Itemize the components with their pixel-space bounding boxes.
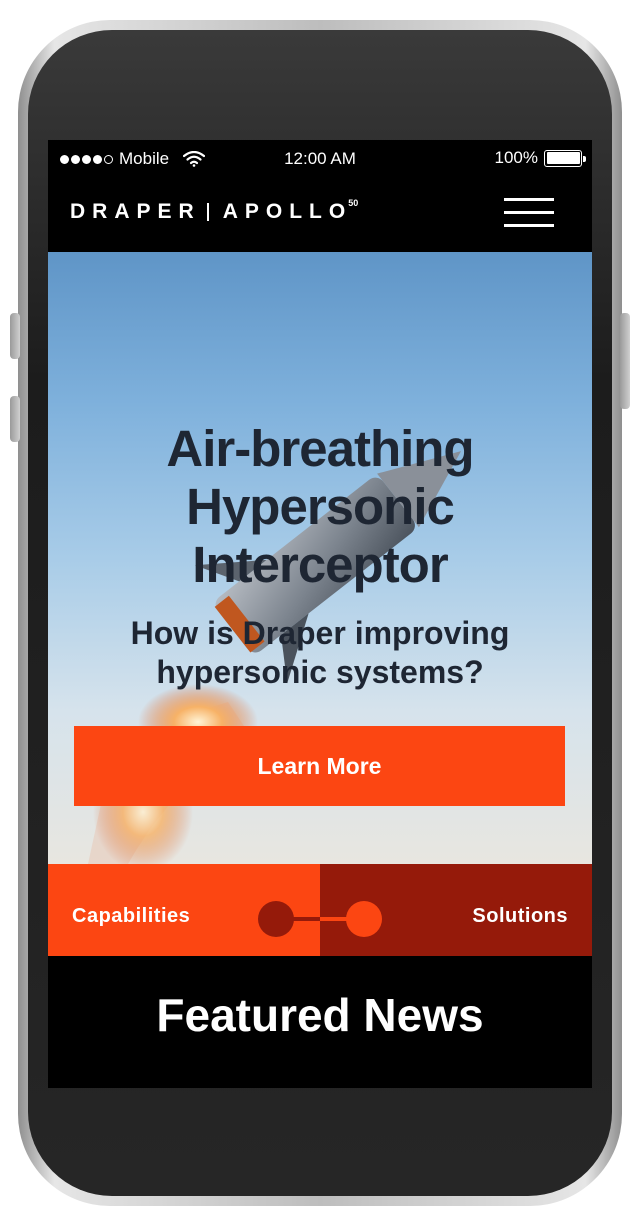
- featured-news-section: Featured News: [48, 956, 592, 1088]
- hero-title-line: Hypersonic: [186, 478, 455, 535]
- hero-title-line: Interceptor: [192, 536, 448, 593]
- hamburger-menu-icon[interactable]: [504, 198, 554, 228]
- volume-up-button: [10, 313, 20, 359]
- volume-down-button: [10, 396, 20, 442]
- site-logo[interactable]: DRAPER APOLLO 50: [70, 198, 359, 224]
- hero-subtitle: How is Draper improving hypersonic syste…: [48, 614, 592, 692]
- hero-subtitle-line: hypersonic systems?: [156, 654, 484, 690]
- phone-screen: Mobile 12:00 AM 100% DRAPER APOLLO 50 Ai…: [48, 140, 592, 1088]
- logo-draper: DRAPER: [70, 200, 201, 223]
- toggle-connector-icon[interactable]: [252, 898, 388, 942]
- logo-apollo: APOLLO: [222, 200, 353, 223]
- hero-content: Air-breathing Hypersonic Interceptor How…: [48, 420, 592, 692]
- power-button: [620, 313, 630, 409]
- logo-divider: [206, 203, 209, 221]
- split-navigation: Capabilities Solutions: [48, 864, 592, 956]
- logo-superscript: 50: [348, 198, 359, 208]
- solutions-link[interactable]: Solutions: [472, 905, 568, 928]
- hero-title-line: Air-breathing: [166, 420, 474, 477]
- featured-news-title: Featured News: [156, 989, 484, 1041]
- learn-more-button[interactable]: Learn More: [74, 726, 565, 806]
- battery-percent: 100%: [494, 148, 538, 167]
- site-header: DRAPER APOLLO 50: [48, 176, 592, 252]
- hero-title: Air-breathing Hypersonic Interceptor: [48, 420, 592, 594]
- hero-subtitle-line: How is Draper improving: [130, 615, 510, 651]
- battery-icon: [544, 149, 586, 167]
- status-right: 100%: [494, 148, 586, 168]
- hero-section: Air-breathing Hypersonic Interceptor How…: [48, 252, 592, 864]
- capabilities-link[interactable]: Capabilities: [72, 905, 190, 928]
- status-bar: Mobile 12:00 AM 100%: [48, 140, 592, 176]
